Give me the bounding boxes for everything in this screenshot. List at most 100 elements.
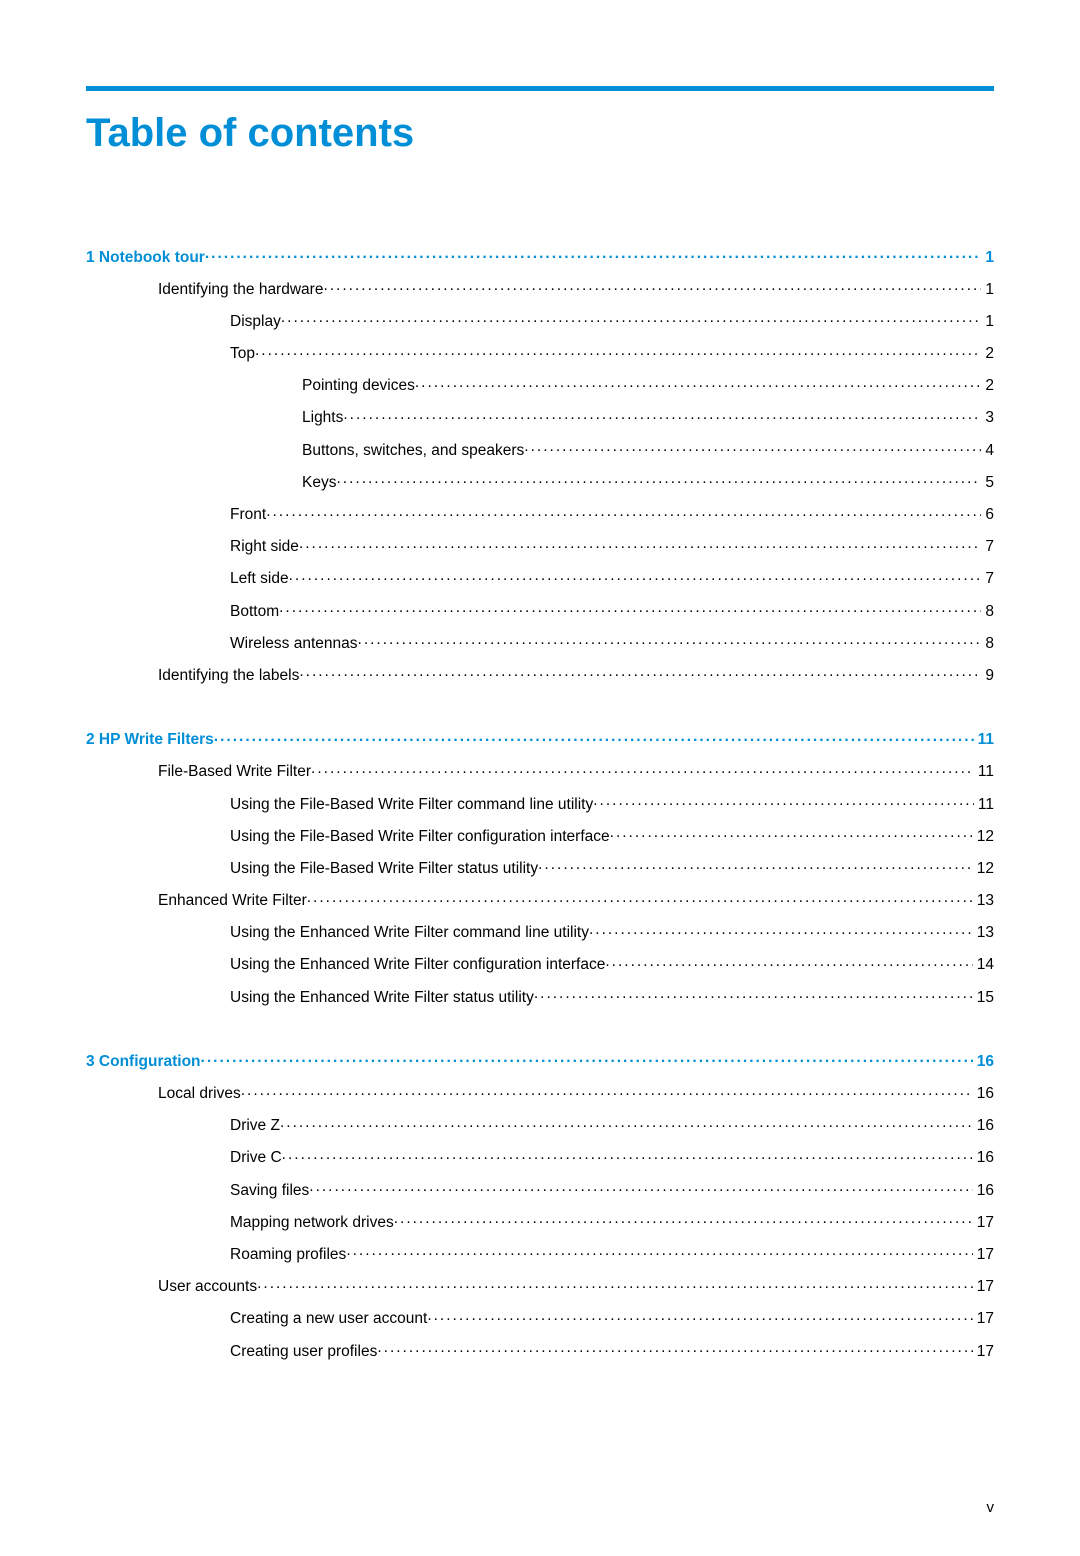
toc-leader-dots (201, 1050, 973, 1066)
toc-label: Keys (302, 475, 336, 491)
toc-leader-dots (311, 761, 974, 777)
toc-page-number: 12 (973, 829, 994, 845)
toc-leader-dots (266, 504, 981, 520)
toc-leader-dots (205, 246, 982, 262)
toc-row[interactable]: Display 1 (86, 310, 994, 329)
toc-page-number: 16 (973, 1118, 994, 1134)
toc-label: Top (230, 346, 255, 362)
toc-label: Using the Enhanced Write Filter status u… (230, 990, 534, 1006)
toc-row[interactable]: Wireless antennas 8 (86, 632, 994, 651)
toc-leader-dots (299, 664, 981, 680)
toc-page-number: 16 (973, 1183, 994, 1199)
toc-label: Using the File-Based Write Filter comman… (230, 797, 593, 813)
toc-page-number: 4 (981, 443, 994, 459)
toc-label: Local drives (158, 1086, 241, 1102)
toc-leader-dots (281, 310, 982, 326)
toc-row[interactable]: Creating user profiles 17 (86, 1340, 994, 1359)
toc-page-number: 9 (981, 668, 994, 684)
toc-page-number: 1 (981, 250, 994, 266)
toc-label: Mapping network drives (230, 1215, 394, 1231)
toc-row[interactable]: Lights 3 (86, 407, 994, 426)
toc-label: Pointing devices (302, 378, 415, 394)
toc-row[interactable]: User accounts 17 (86, 1276, 994, 1295)
toc-row[interactable]: Using the File-Based Write Filter comman… (86, 793, 994, 812)
toc-row[interactable]: Using the Enhanced Write Filter configur… (86, 954, 994, 973)
toc-page-number: 11 (974, 732, 994, 748)
toc-row[interactable]: 2 HP Write Filters 11 (86, 729, 994, 748)
toc-page-number: 12 (973, 861, 994, 877)
toc-leader-dots (427, 1308, 972, 1324)
toc-row[interactable]: Using the File-Based Write Filter status… (86, 857, 994, 876)
toc-label: Left side (230, 571, 289, 587)
toc-row[interactable]: Pointing devices 2 (86, 375, 994, 394)
toc-row[interactable]: Left side 7 (86, 568, 994, 587)
toc-gap (86, 1018, 994, 1050)
toc-leader-dots (214, 729, 974, 745)
toc-row[interactable]: Local drives 16 (86, 1083, 994, 1102)
toc-label: Bottom (230, 604, 279, 620)
toc-page-number: 7 (981, 571, 994, 587)
toc-row[interactable]: Roaming profiles 17 (86, 1243, 994, 1262)
toc-row[interactable]: Creating a new user account 17 (86, 1308, 994, 1327)
toc-row[interactable]: 3 Configuration 16 (86, 1050, 994, 1069)
toc-row[interactable]: Identifying the labels 9 (86, 664, 994, 683)
toc-row[interactable]: Buttons, switches, and speakers 4 (86, 439, 994, 458)
page: Table of contents 1 Notebook tour 1 Ident… (0, 0, 1080, 1556)
toc-page-number: 17 (973, 1279, 994, 1295)
toc-leader-dots (279, 600, 981, 616)
toc-label: Using the File-Based Write Filter status… (230, 861, 538, 877)
toc-row[interactable]: Using the File-Based Write Filter config… (86, 825, 994, 844)
toc-label: Drive Z (230, 1118, 280, 1134)
page-number-footer: v (86, 1499, 994, 1516)
page-title: Table of contents (86, 111, 994, 156)
toc-label: 2 HP Write Filters (86, 732, 214, 748)
toc-row[interactable]: 1 Notebook tour 1 (86, 246, 994, 265)
toc-label: Buttons, switches, and speakers (302, 443, 524, 459)
toc-row[interactable]: Mapping network drives 17 (86, 1211, 994, 1230)
toc-row[interactable]: Drive Z 16 (86, 1115, 994, 1134)
toc-row[interactable]: File-Based Write Filter 11 (86, 761, 994, 780)
toc-page-number: 17 (973, 1215, 994, 1231)
toc-page-number: 16 (973, 1054, 994, 1070)
toc-row[interactable]: Right side 7 (86, 536, 994, 555)
toc-leader-dots (377, 1340, 972, 1356)
toc-label: Identifying the hardware (158, 282, 323, 298)
toc-gap (86, 697, 994, 729)
toc-label: Using the File-Based Write Filter config… (230, 829, 610, 845)
toc-label: 1 Notebook tour (86, 250, 205, 266)
toc-page-number: 6 (981, 507, 994, 523)
toc-leader-dots (610, 825, 973, 841)
toc-page-number: 13 (973, 925, 994, 941)
toc-label: Saving files (230, 1183, 309, 1199)
toc-label: Creating a new user account (230, 1311, 427, 1327)
toc-row[interactable]: Top 2 (86, 343, 994, 362)
toc-page-number: 17 (973, 1344, 994, 1360)
toc-row[interactable]: Using the Enhanced Write Filter command … (86, 922, 994, 941)
toc-page-number: 14 (973, 957, 994, 973)
toc-row[interactable]: Using the Enhanced Write Filter status u… (86, 986, 994, 1005)
toc-leader-dots (307, 890, 973, 906)
toc-row[interactable]: Enhanced Write Filter 13 (86, 890, 994, 909)
toc-label: Roaming profiles (230, 1247, 346, 1263)
toc-leader-dots (241, 1083, 973, 1099)
toc-leader-dots (257, 1276, 973, 1292)
toc-label: Identifying the labels (158, 668, 299, 684)
toc-row[interactable]: Bottom 8 (86, 600, 994, 619)
toc-page-number: 5 (981, 475, 994, 491)
toc-row[interactable]: Saving files 16 (86, 1179, 994, 1198)
toc-leader-dots (605, 954, 972, 970)
toc-leader-dots (589, 922, 973, 938)
toc-row[interactable]: Identifying the hardware 1 (86, 278, 994, 297)
toc-page-number: 16 (973, 1086, 994, 1102)
toc-leader-dots (280, 1115, 973, 1131)
toc-leader-dots (336, 471, 981, 487)
toc-page-number: 1 (981, 314, 994, 330)
toc-leader-dots (343, 407, 981, 423)
toc-row[interactable]: Drive C 16 (86, 1147, 994, 1166)
toc-page-number: 8 (981, 636, 994, 652)
toc-page-number: 13 (973, 893, 994, 909)
toc-label: Using the Enhanced Write Filter command … (230, 925, 589, 941)
toc-row[interactable]: Front 6 (86, 504, 994, 523)
toc-row[interactable]: Keys 5 (86, 471, 994, 490)
toc-label: Wireless antennas (230, 636, 358, 652)
